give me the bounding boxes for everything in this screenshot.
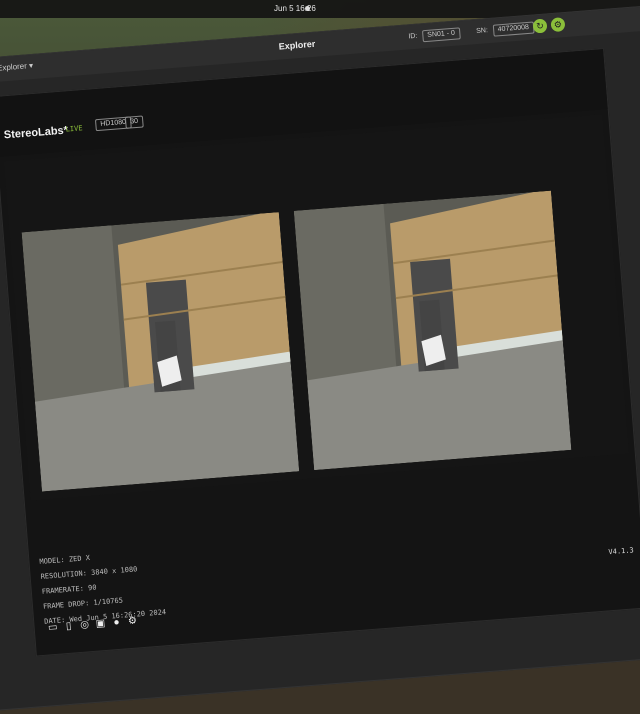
- fps-select[interactable]: 30: [124, 115, 144, 129]
- right-camera-image: [293, 190, 572, 471]
- brand-logo: StereoLabs*: [3, 124, 69, 142]
- app-menu[interactable]: ZED_Explorer ▾: [0, 61, 33, 74]
- document-icon[interactable]: ▯: [62, 620, 75, 633]
- zed-explorer-panel: StereoLabs* LIVE HD1080 30 MODEL: ZED X …: [0, 48, 640, 657]
- camera-settings-icon[interactable]: ⚙: [126, 615, 139, 628]
- record-icon[interactable]: ●: [110, 617, 123, 630]
- refresh-icon[interactable]: ↻: [532, 18, 548, 34]
- left-scene-image: [21, 212, 300, 492]
- right-scene-image: [293, 190, 572, 471]
- rotated-view: ZED_Explorer ▾ Explorer ID: SN01 - 0 SN:…: [0, 0, 640, 714]
- sn-label: SN:: [475, 27, 489, 36]
- bottom-toolbar: ▭ ▯ ◎ ▣ ● ⚙: [46, 615, 138, 639]
- recording-icon[interactable]: ▣: [94, 618, 107, 631]
- explorer-window: ZED_Explorer ▾ Explorer ID: SN01 - 0 SN:…: [0, 4, 640, 714]
- window-title: Explorer: [278, 38, 316, 52]
- id-label: ID:: [408, 32, 418, 41]
- serial-control: SN: 40720008: [475, 21, 535, 38]
- id-select[interactable]: SN01 - 0: [421, 27, 461, 43]
- broadcast-icon[interactable]: ◎: [78, 619, 91, 632]
- live-badge: LIVE: [65, 124, 83, 134]
- video-view: [3, 114, 629, 501]
- settings-icon[interactable]: ⚙: [550, 17, 566, 33]
- sn-value: 40720008: [492, 21, 535, 37]
- folder-icon[interactable]: ▭: [46, 622, 59, 635]
- left-camera-image: [21, 212, 300, 492]
- version-label: V4.1.3: [608, 546, 635, 557]
- camera-id-control: ID: SN01 - 0: [408, 27, 461, 43]
